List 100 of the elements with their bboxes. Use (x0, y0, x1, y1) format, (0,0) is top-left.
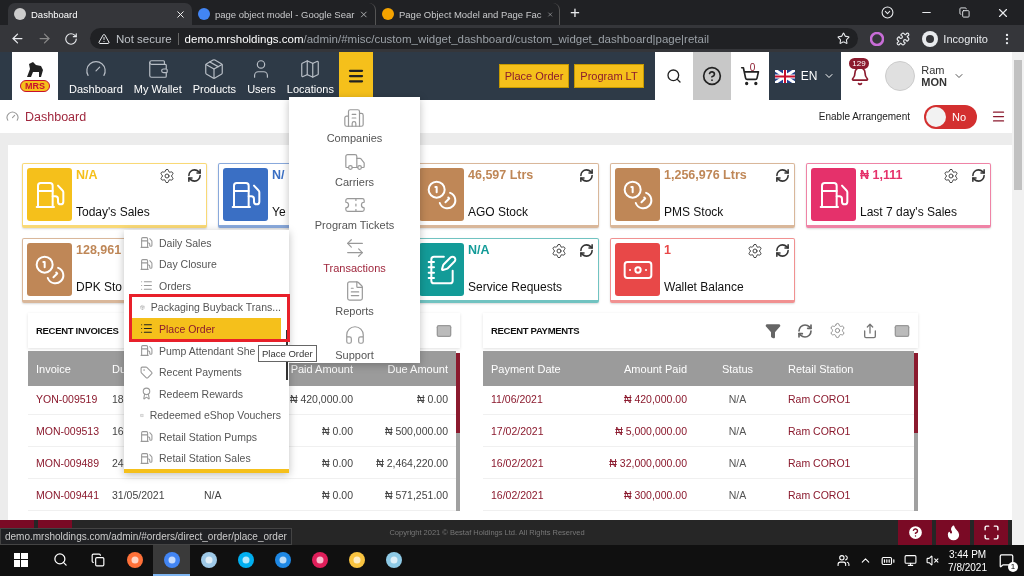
search-icon[interactable] (53, 552, 68, 567)
menu-item[interactable]: Place Order (132, 318, 281, 340)
restore-icon[interactable] (959, 7, 970, 18)
task-view-icon[interactable] (90, 552, 105, 567)
windows-icon[interactable] (14, 552, 28, 567)
column-header: Amount Paid (593, 351, 695, 386)
app-icon[interactable] (199, 550, 218, 569)
refresh-icon[interactable] (579, 243, 594, 258)
nav-item[interactable]: My Wallet (133, 52, 182, 100)
app-icon[interactable] (125, 550, 144, 569)
menu-item[interactable]: Daily Sales (132, 232, 281, 254)
app-icon[interactable] (236, 550, 255, 569)
card-value: N/A (76, 168, 98, 182)
action-button[interactable]: Program LT (574, 64, 644, 88)
nav-item[interactable]: Users (247, 52, 276, 100)
settings-icon[interactable] (551, 243, 567, 259)
nav-item[interactable]: Products (192, 52, 237, 100)
menu-item[interactable]: Companies (326, 103, 383, 147)
settings-icon[interactable] (159, 168, 175, 184)
browser-tab[interactable]: Dashboard (8, 3, 192, 25)
menu-item[interactable]: Transactions (323, 232, 386, 277)
app-icon[interactable] (384, 550, 403, 569)
fullscreen-button[interactable] (974, 520, 1008, 545)
bell-icon[interactable] (850, 66, 871, 86)
arrangement-toggle[interactable]: No (924, 104, 977, 129)
menu-icon[interactable] (346, 67, 365, 85)
invoice-link[interactable]: MON-009441 (28, 479, 104, 511)
card-value: N/A (468, 243, 490, 257)
nav-item[interactable]: Dashboard (69, 52, 123, 100)
menu-item[interactable]: Reports (335, 276, 374, 320)
help-icon[interactable] (701, 66, 722, 86)
invoice-link[interactable]: MON-009513 (28, 415, 104, 447)
back-icon[interactable] (10, 31, 25, 46)
app-icon[interactable] (162, 550, 181, 569)
clock[interactable]: 3:44 PM 7/8/2021 (948, 547, 987, 574)
refresh-icon[interactable] (775, 168, 790, 183)
settings-icon[interactable] (747, 243, 763, 259)
app-icon[interactable] (347, 550, 366, 569)
favicon-icon (198, 8, 210, 20)
puzzle-icon[interactable] (896, 31, 911, 46)
forward-icon[interactable] (37, 31, 52, 46)
breadcrumb-link[interactable]: Dashboard (25, 109, 87, 124)
reload-icon[interactable] (64, 31, 78, 46)
taskbar-app[interactable] (153, 545, 190, 576)
arrangement-label: Enable Arrangement (818, 111, 910, 122)
volume-icon[interactable] (926, 554, 940, 567)
refresh-icon[interactable] (971, 168, 986, 183)
fullscreen-icon[interactable] (982, 524, 1000, 541)
search-icon[interactable] (665, 68, 682, 84)
tab-search-icon[interactable] (881, 6, 894, 19)
address-field[interactable]: Not secure demo.mrsholdings.com/admin/#misc/custom_widget_dashboard/custom_widget_dashboard|page|retail (90, 28, 859, 49)
flag-icon (774, 69, 795, 83)
menu-item[interactable]: Packaging Buyback Trans... (132, 296, 281, 319)
share-icon[interactable] (862, 322, 878, 339)
network-icon[interactable] (904, 554, 918, 567)
app-icon[interactable] (273, 550, 292, 569)
language-selector[interactable]: EN (768, 52, 842, 100)
user-menu[interactable]: Ram MON (879, 52, 1012, 100)
menu-item[interactable]: Carriers (334, 146, 375, 190)
company-logo[interactable]: MRS (12, 52, 58, 100)
star-icon[interactable] (837, 32, 851, 45)
invoice-link[interactable]: MON-009489 (28, 447, 104, 479)
nav-item[interactable]: Locations (286, 52, 334, 100)
refresh-icon[interactable] (797, 322, 813, 339)
status-tooltip: demo.mrsholdings.com/admin/#orders/direct_order/place_order (0, 528, 292, 545)
settings-icon[interactable] (943, 168, 959, 184)
notification-center-button[interactable]: 1 (996, 550, 1016, 571)
menu-button[interactable] (338, 52, 373, 100)
notifications-button[interactable]: 129 (841, 52, 880, 100)
invoice-link[interactable]: YON-009519 (28, 383, 104, 415)
action-button[interactable]: Place Order (498, 64, 570, 88)
profile-label: Incognito (943, 32, 988, 45)
new-tab-button[interactable]: + (560, 3, 590, 25)
refresh-icon[interactable] (775, 243, 790, 258)
favicon-icon (382, 8, 394, 20)
menu-icon[interactable] (991, 109, 1006, 124)
close-icon[interactable] (175, 8, 186, 20)
help-icon[interactable] (906, 524, 924, 541)
mail-icon[interactable] (436, 322, 452, 339)
help-button[interactable] (898, 520, 932, 545)
menu-item[interactable]: Day Closure (132, 253, 281, 276)
help-button[interactable] (692, 52, 731, 100)
filter-icon[interactable] (765, 322, 781, 339)
favicon-icon (14, 8, 26, 20)
search-button[interactable] (654, 52, 693, 100)
nav-icon (146, 58, 169, 80)
nav-icon (203, 58, 226, 80)
menu-item[interactable]: Orders (132, 275, 281, 297)
people-icon[interactable] (837, 554, 851, 567)
mail-icon[interactable] (894, 322, 910, 339)
flame-button[interactable] (936, 520, 970, 545)
app-icon[interactable] (310, 550, 329, 569)
card-value: N/ (272, 168, 285, 182)
menu-item[interactable]: Program Tickets (314, 189, 395, 233)
panel-title: RECENT PAYMENTS (491, 325, 580, 336)
card-value: 1,256,976 Ltrs (664, 168, 747, 182)
cart-button[interactable]: 0 (730, 52, 769, 100)
refresh-icon[interactable] (187, 168, 202, 183)
extension-icon[interactable] (870, 31, 885, 46)
refresh-icon[interactable] (579, 168, 594, 183)
